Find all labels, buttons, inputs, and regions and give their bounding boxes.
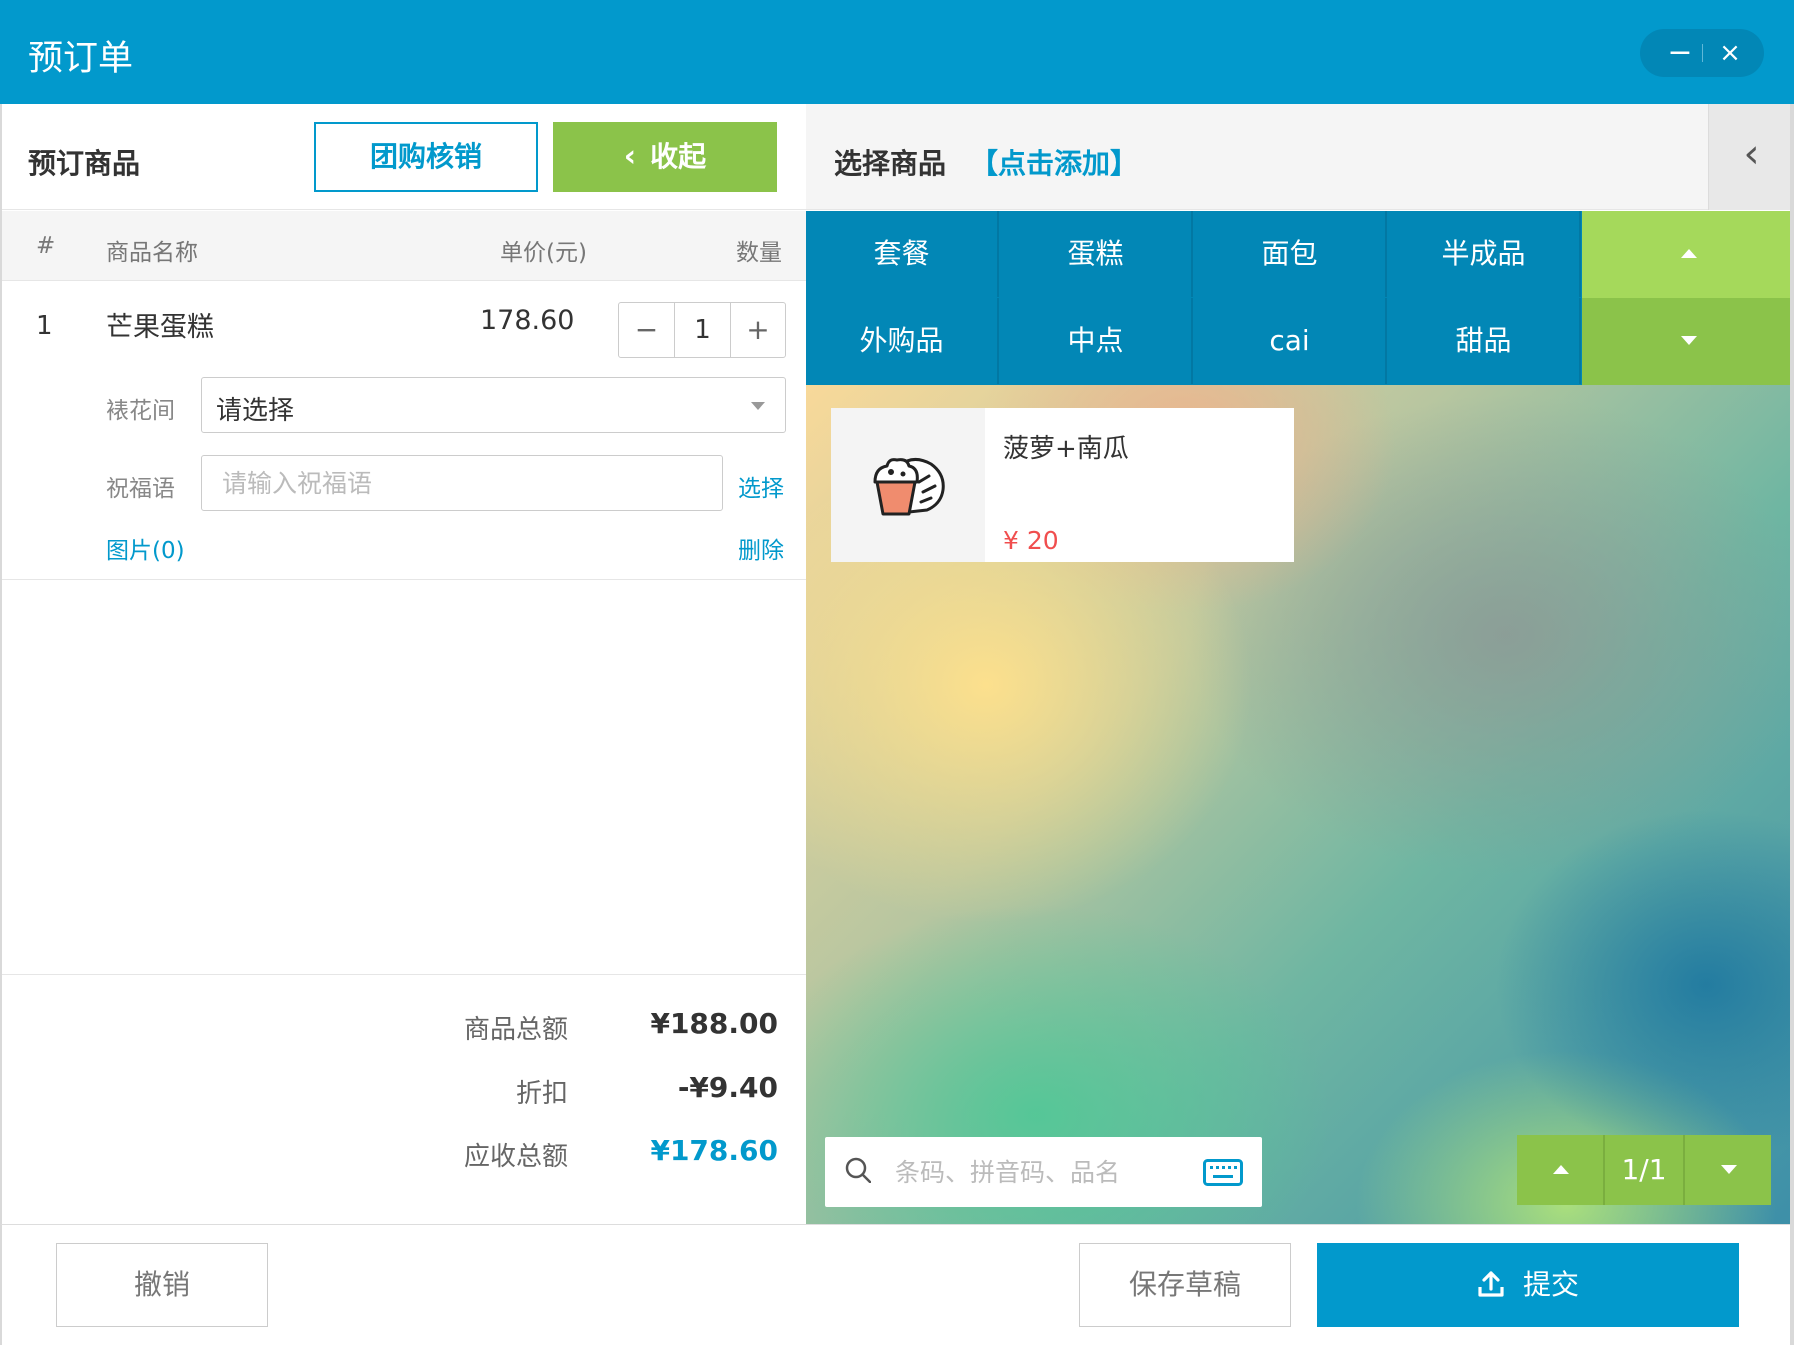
blessing-input[interactable] [201, 455, 723, 511]
submit-button-label: 提交 [1522, 1268, 1579, 1301]
table-header: # 商品名称 单价(元) 数量 [2, 211, 806, 281]
row-index: 1 [36, 311, 53, 341]
triangle-up-icon [1681, 249, 1697, 258]
category-tab[interactable]: 半成品 [1388, 211, 1581, 297]
delete-item-link[interactable]: 删除 [738, 531, 784, 565]
discount-label: 折扣 [515, 1079, 568, 1109]
fold-button[interactable]: ‹ 收起 [553, 122, 777, 192]
cancel-button[interactable]: 撤销 [56, 1243, 268, 1327]
product-pager: 1/1 [1517, 1135, 1771, 1205]
total-label: 商品总额 [463, 1015, 568, 1045]
category-tab[interactable]: 中点 [1000, 298, 1193, 384]
select-blessing-link[interactable]: 选择 [738, 469, 784, 503]
total-value: ¥188.00 [650, 1007, 778, 1040]
product-picker-header: 选择商品 【点击添加】 ‹ [806, 104, 1794, 210]
footer-bar: 撤销 保存草稿 提交 [0, 1224, 1794, 1345]
product-picker-panel: 选择商品 【点击添加】 ‹ 套餐 蛋糕 面包 半成品 外购品 中点 cai 甜品 [806, 104, 1794, 1224]
receivable-value: ¥178.60 [650, 1134, 778, 1167]
quantity-stepper: − 1 + [618, 302, 786, 358]
upload-icon [1478, 1271, 1504, 1297]
window-right-border [1790, 104, 1794, 1345]
quantity-value[interactable]: 1 [675, 303, 730, 357]
order-panel-title: 预订商品 [28, 147, 141, 180]
col-name: 商品名称 [106, 240, 198, 266]
row-unit-price: 178.60 [480, 305, 575, 336]
collapse-panel-button[interactable]: ‹ [1708, 104, 1794, 210]
page-down-button[interactable] [1683, 1135, 1771, 1205]
discount-value: -¥9.40 [677, 1071, 778, 1104]
category-scroll-up-button[interactable] [1582, 211, 1794, 298]
cake-bread-icon [873, 458, 945, 516]
category-scroll-down-button[interactable] [1582, 298, 1794, 385]
chevron-left-icon: ‹ [1743, 131, 1760, 177]
row-product-name: 芒果蛋糕 [106, 312, 214, 343]
add-product-link[interactable]: 【点击添加】 [970, 142, 1138, 182]
window-control-divider [1702, 44, 1703, 62]
product-thumbnail [831, 408, 985, 562]
category-tab[interactable]: cai [1194, 298, 1387, 384]
triangle-up-icon [1553, 1165, 1569, 1174]
search-input[interactable] [895, 1147, 1195, 1197]
keyboard-icon[interactable] [1203, 1159, 1243, 1186]
product-search [825, 1137, 1262, 1207]
decrease-qty-button[interactable]: − [619, 303, 675, 357]
blessing-label: 祝福语 [106, 476, 175, 502]
product-picker-title: 选择商品 [834, 147, 947, 180]
order-summary: 商品总额 ¥188.00 折扣 -¥9.40 应收总额 ¥178.60 [2, 974, 806, 1224]
title-bar: 预订单 − × [0, 0, 1794, 104]
category-tab[interactable]: 甜品 [1388, 298, 1581, 384]
table-row: 1 芒果蛋糕 178.60 − 1 + 裱花间 请选择 祝福语 选择 图片(0)… [2, 281, 806, 580]
col-index: # [36, 233, 56, 259]
col-price: 单价(元) [500, 240, 587, 266]
search-icon [845, 1157, 871, 1183]
product-card[interactable]: 菠萝+南瓜 ¥ 20 [831, 408, 1294, 562]
triangle-down-icon [1681, 336, 1697, 345]
receivable-label: 应收总额 [463, 1142, 568, 1172]
save-draft-button[interactable]: 保存草稿 [1079, 1243, 1291, 1327]
page-up-button[interactable] [1517, 1135, 1605, 1205]
fold-button-label: 收起 [650, 140, 707, 173]
category-tab[interactable]: 外购品 [806, 298, 999, 384]
order-panel: 预订商品 团购核销 ‹ 收起 # 商品名称 单价(元) 数量 1 芒果蛋糕 178… [0, 104, 806, 1224]
category-tab[interactable]: 面包 [1194, 211, 1387, 297]
increase-qty-button[interactable]: + [730, 303, 785, 357]
window-controls: − × [1640, 29, 1764, 77]
images-link[interactable]: 图片(0) [106, 531, 185, 565]
page-indicator: 1/1 [1621, 1153, 1667, 1186]
decoration-select[interactable]: 请选择 [201, 377, 786, 433]
decoration-label: 裱花间 [106, 398, 175, 424]
category-tab[interactable]: 套餐 [806, 211, 999, 297]
group-buy-verify-button[interactable]: 团购核销 [314, 122, 538, 192]
submit-button[interactable]: 提交 [1317, 1243, 1739, 1327]
triangle-down-icon [1721, 1165, 1737, 1174]
col-qty: 数量 [736, 240, 782, 266]
order-panel-header: 预订商品 团购核销 ‹ 收起 [2, 104, 806, 210]
chevron-left-icon: ‹ [623, 139, 637, 174]
decoration-select-value: 请选择 [216, 396, 295, 426]
category-tabs: 套餐 蛋糕 面包 半成品 外购品 中点 cai 甜品 [806, 211, 1794, 385]
category-tab[interactable]: 蛋糕 [1000, 211, 1193, 297]
close-button[interactable]: × [1712, 33, 1748, 73]
caret-down-icon [751, 402, 765, 410]
product-name: 菠萝+南瓜 [1003, 434, 1129, 464]
window-title: 预订单 [28, 39, 134, 79]
product-grid: 菠萝+南瓜 ¥ 20 1/1 [806, 385, 1794, 1224]
minimize-button[interactable]: − [1662, 33, 1698, 73]
product-price: ¥ 20 [1003, 526, 1059, 555]
